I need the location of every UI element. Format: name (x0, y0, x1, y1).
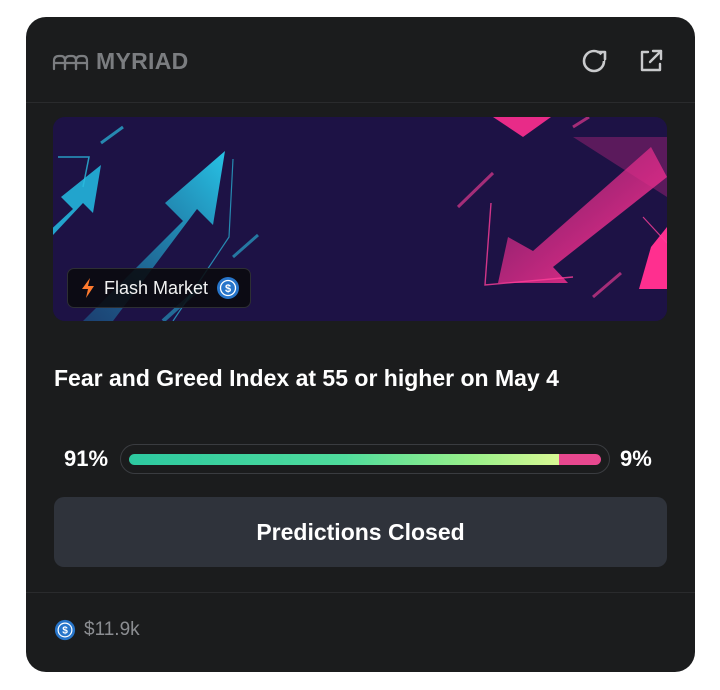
flash-market-badge: Flash Market $ (67, 268, 252, 308)
market-title[interactable]: Fear and Greed Index at 55 or higher on … (54, 365, 559, 392)
market-card: MYRIAD Flash Market $ Fear and Greed Ind… (26, 17, 695, 672)
usdc-coin-icon: $ (54, 619, 76, 641)
lightning-icon (82, 278, 94, 298)
no-percentage: 9% (620, 446, 652, 471)
svg-text:$: $ (225, 283, 231, 295)
volume-info: $ $11.9k (54, 619, 140, 641)
usdc-coin-icon: $ (217, 277, 240, 299)
brand-name: MYRIAD (96, 48, 189, 74)
no-probability-fill (559, 454, 601, 465)
yes-percentage: 91% (64, 446, 109, 471)
refresh-icon[interactable] (580, 47, 608, 75)
external-link-icon[interactable] (637, 47, 665, 75)
volume-value: $11.9k (84, 619, 140, 640)
card-header: MYRIAD (26, 17, 695, 103)
badge-label: Flash Market (104, 277, 209, 298)
predictions-closed-button[interactable]: Predictions Closed (54, 497, 667, 567)
yes-probability-fill (129, 454, 559, 465)
probability-bar (120, 444, 610, 474)
svg-text:$: $ (62, 626, 68, 637)
card-footer: $ $11.9k (26, 592, 695, 672)
myriad-logo-icon (52, 54, 89, 70)
brand-logo[interactable]: MYRIAD (52, 48, 189, 75)
